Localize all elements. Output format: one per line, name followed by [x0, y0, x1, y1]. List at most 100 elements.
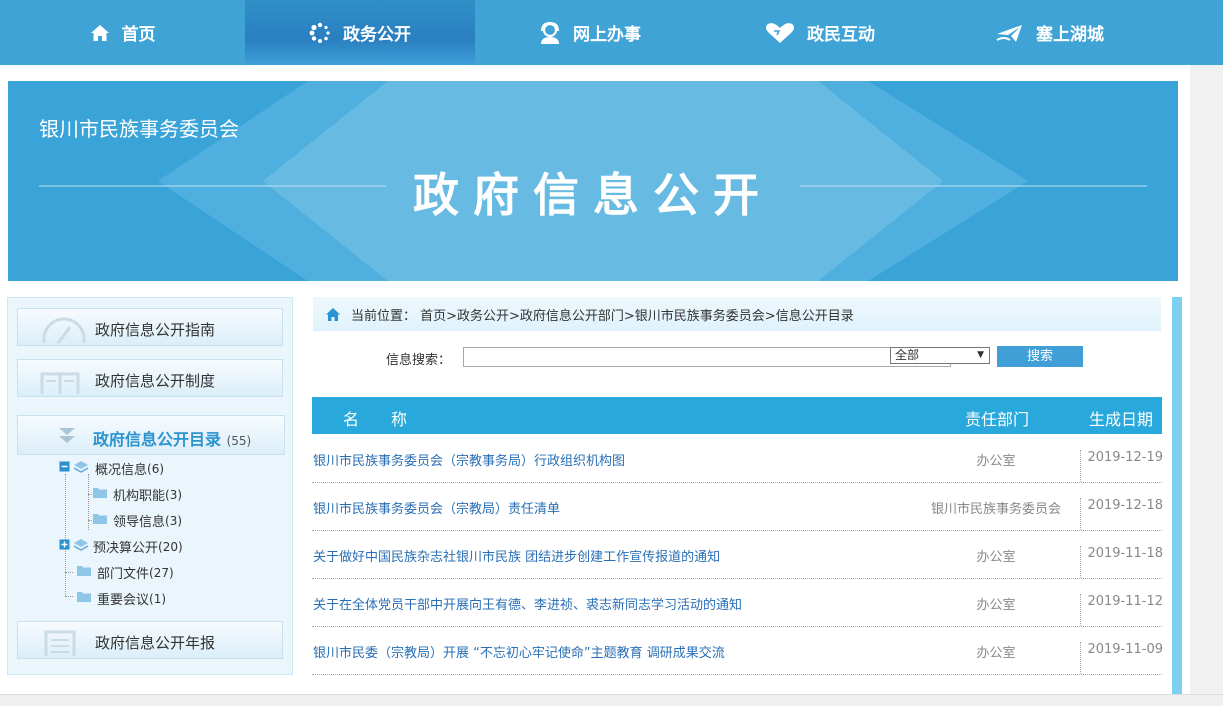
compass-icon	[40, 313, 88, 361]
tree-count: (3)	[165, 487, 183, 502]
banner-org-name: 银川市民族事务委员会	[39, 117, 239, 141]
newspaper-icon	[40, 626, 80, 662]
table-header: 名 称 责任部门 生成日期	[312, 397, 1162, 434]
tree-item-overview[interactable]: 概况信息 (6)	[59, 459, 164, 478]
sidebar-guide-button[interactable]: 政府信息公开指南	[17, 308, 283, 361]
row-title-link[interactable]: 关于在全体党员干部中开展向王有德、李进祯、裘志新同志学习活动的通知	[313, 594, 742, 613]
row-date: 2019-11-12	[1080, 594, 1163, 626]
header-dept: 责任部门	[965, 410, 1030, 429]
row-dept: 办公室	[976, 550, 1016, 565]
tree-connector	[65, 474, 66, 596]
table-row: 关于做好中国民族杂志社银川市民族 团结进步创建工作宣传报道的通知 办公室 201…	[312, 530, 1163, 579]
content-scroll-stripe	[1172, 297, 1182, 705]
folder-icon	[77, 565, 91, 580]
home-icon[interactable]	[325, 307, 341, 322]
double-chevron-down-icon	[58, 427, 76, 449]
top-navigation: 首页 政务公开 网上办事 政民互动 塞上湖城	[0, 0, 1223, 65]
sidebar-annual-report-label: 政府信息公开年报	[95, 634, 216, 652]
row-dept: 银川市民族事务委员会	[930, 502, 1061, 517]
tree-count: (6)	[147, 461, 165, 476]
row-date: 2019-12-18	[1080, 498, 1163, 530]
nav-lake-city[interactable]: 塞上湖城	[935, 0, 1165, 65]
sidebar-annual-report-button[interactable]: 政府信息公开年报	[17, 621, 283, 662]
tree-count: (3)	[165, 513, 183, 528]
search-label: 信息搜索：	[386, 353, 452, 368]
tree-count: (27)	[149, 565, 174, 580]
table-row: 关于在全体党员干部中开展向王有德、李进祯、裘志新同志学习活动的通知 办公室 20…	[312, 578, 1163, 627]
tree-item-documents[interactable]: 部门文件 (27)	[77, 563, 174, 582]
tree-label: 部门文件	[97, 567, 150, 582]
tree-label: 领导信息	[113, 515, 166, 530]
nav-online-service[interactable]: 网上办事	[475, 0, 705, 65]
page-scrollbar[interactable]	[1190, 65, 1223, 705]
nav-label: 塞上湖城	[1036, 25, 1104, 45]
nav-home[interactable]: 首页	[0, 0, 245, 65]
service-person-icon	[539, 21, 561, 45]
plane-icon	[996, 22, 1024, 44]
dropdown-arrow-icon: ▼	[977, 350, 984, 360]
folder-icon	[93, 513, 107, 528]
search-category-select[interactable]: 全部 ▼	[890, 347, 990, 364]
breadcrumb: 当前位置： 首页>政务公开>政府信息公开部门>银川市民族事务委员会>信息公开目录	[313, 297, 1161, 331]
nav-label: 政民互动	[807, 25, 875, 45]
header-name: 名 称	[343, 410, 408, 429]
sidebar-catalog-button[interactable]: 政府信息公开目录 (55)	[17, 415, 285, 455]
select-value: 全部	[895, 348, 920, 362]
header-date: 生成日期	[1089, 410, 1154, 429]
row-date: 2019-12-19	[1080, 450, 1163, 482]
sidebar: 政府信息公开指南 政府信息公开制度 政府信息公开目录 (55) 概况信息 (6) …	[7, 297, 293, 675]
folder-icon	[77, 591, 91, 606]
banner-title: 政府信息公开	[413, 168, 773, 222]
horizontal-scrollbar[interactable]	[0, 694, 1223, 706]
banner: 银川市民族事务委员会 政府信息公开	[8, 81, 1178, 281]
tree-item-meetings[interactable]: 重要会议 (1)	[77, 589, 166, 608]
row-dept: 办公室	[976, 454, 1016, 469]
tree-connector	[65, 596, 73, 597]
tree-label: 重要会议	[97, 593, 150, 608]
collapse-icon[interactable]	[59, 461, 70, 476]
tree-item-budget[interactable]: 预决算公开 (20)	[59, 537, 183, 556]
tree-label: 机构职能	[113, 489, 166, 504]
nav-label: 首页	[121, 25, 156, 45]
sidebar-system-button[interactable]: 政府信息公开制度	[17, 359, 283, 398]
nav-open-government[interactable]: 政务公开	[245, 0, 475, 65]
table-row: 银川市民族事务委员会（宗教局）责任清单 银川市民族事务委员会 2019-12-1…	[312, 482, 1163, 531]
tree-count: (1)	[149, 591, 167, 606]
folder-icon	[93, 487, 107, 502]
table-row: 银川市民族事务委员会（宗教事务局）行政组织机构图 办公室 2019-12-19	[312, 434, 1163, 483]
tree-connector	[65, 572, 73, 573]
row-title-link[interactable]: 关于做好中国民族杂志社银川市民族 团结进步创建工作宣传报道的通知	[313, 546, 720, 565]
search-button[interactable]: 搜索	[997, 346, 1083, 367]
tree-label: 概况信息	[95, 463, 148, 478]
nav-label: 网上办事	[573, 25, 641, 45]
sidebar-catalog-label: 政府信息公开目录 (55)	[93, 426, 251, 450]
sidebar-guide-label: 政府信息公开指南	[95, 321, 216, 339]
table-row: 银川市民委（宗教局）开展 “不忘初心牢记使命”主题教育 调研成果交流 办公室 2…	[312, 626, 1163, 675]
tree-item-leaders[interactable]: 领导信息 (3)	[93, 511, 182, 530]
catalog-title: 政府信息公开目录	[93, 430, 222, 449]
row-dept: 办公室	[976, 598, 1016, 613]
layers-icon	[73, 460, 89, 478]
row-title-link[interactable]: 银川市民族事务委员会（宗教事务局）行政组织机构图	[313, 450, 625, 469]
book-icon	[40, 364, 80, 398]
expand-icon[interactable]	[59, 539, 70, 554]
nav-interaction[interactable]: 政民互动	[705, 0, 935, 65]
heart-icon	[765, 22, 795, 44]
sidebar-system-label: 政府信息公开制度	[95, 372, 216, 390]
tree-connector	[88, 474, 89, 530]
tree-item-functions[interactable]: 机构职能 (3)	[93, 485, 182, 504]
search-input[interactable]	[463, 347, 951, 367]
home-icon	[90, 24, 110, 42]
row-dept: 办公室	[976, 646, 1016, 661]
row-title-link[interactable]: 银川市民委（宗教局）开展 “不忘初心牢记使命”主题教育 调研成果交流	[313, 642, 725, 661]
row-title-link[interactable]: 银川市民族事务委员会（宗教局）责任清单	[313, 498, 560, 517]
row-date: 2019-11-18	[1080, 546, 1163, 578]
spinner-dots-icon	[309, 22, 331, 44]
tree-label: 预决算公开	[93, 541, 159, 556]
catalog-count: (55)	[226, 434, 252, 448]
layers-icon	[73, 538, 89, 556]
breadcrumb-text[interactable]: 当前位置： 首页>政务公开>政府信息公开部门>银川市民族事务委员会>信息公开目录	[351, 305, 854, 324]
nav-label: 政务公开	[343, 25, 411, 45]
tree-count: (20)	[158, 539, 183, 554]
row-date: 2019-11-09	[1080, 642, 1163, 674]
